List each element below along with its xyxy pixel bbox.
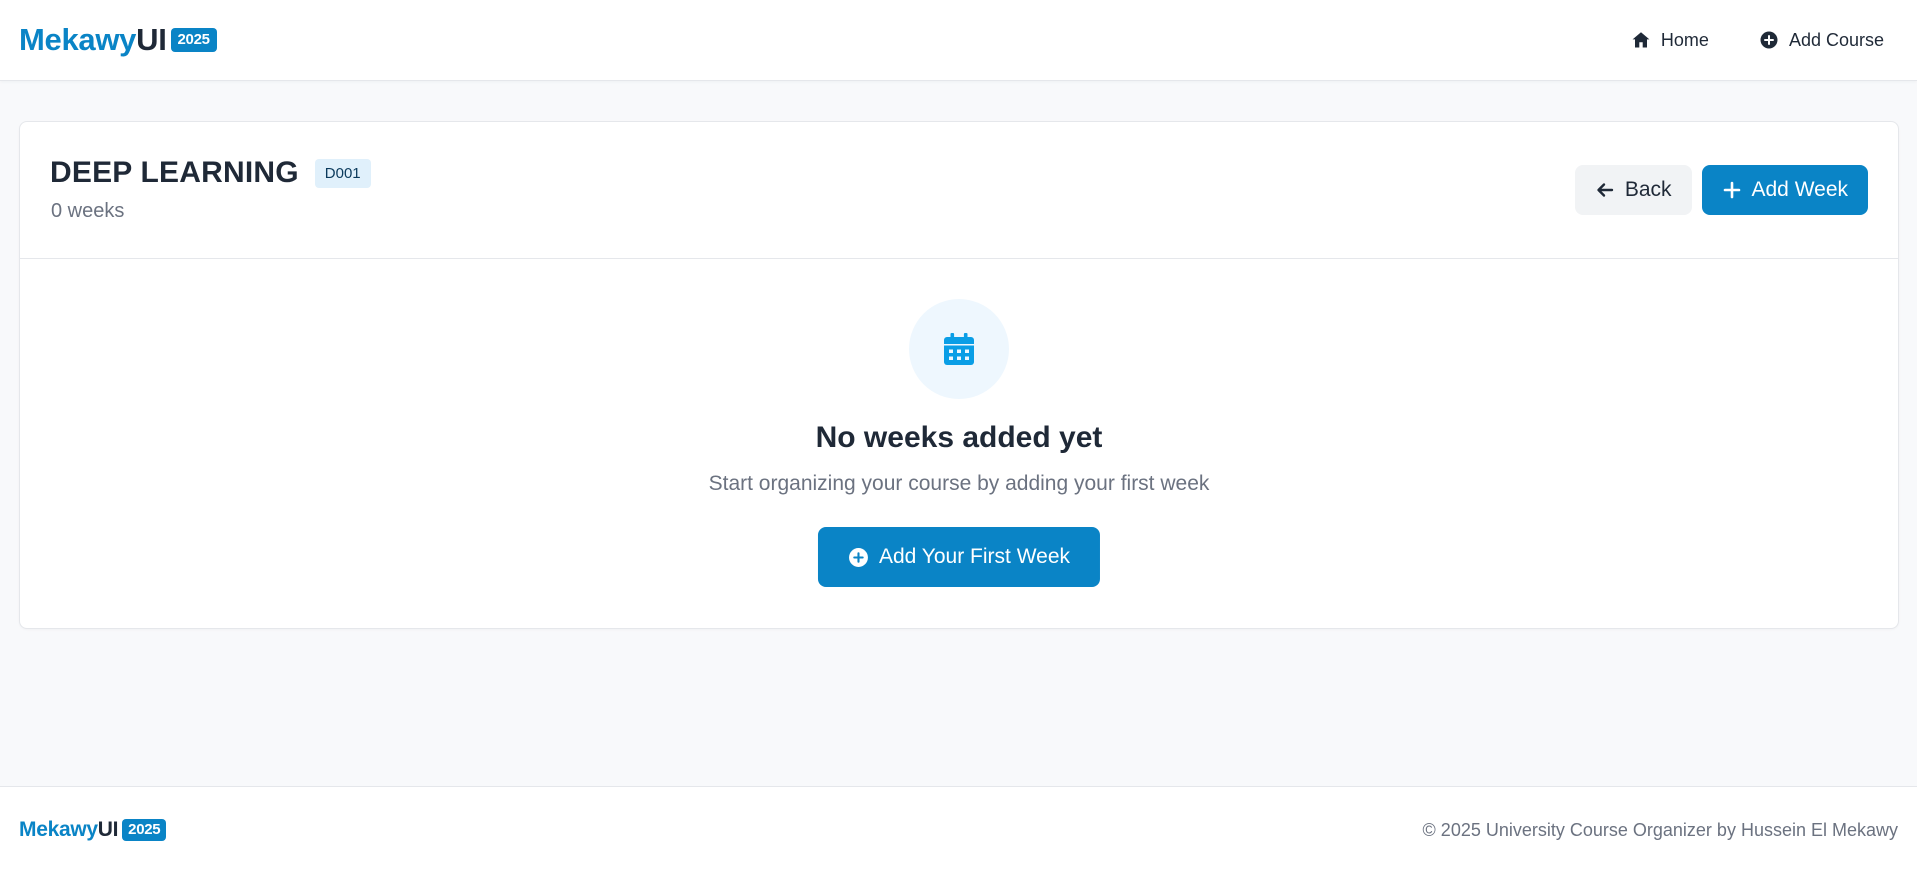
copyright-text: © 2025 University Course Organizer by Hu… [1422,819,1898,840]
home-icon [1632,32,1650,48]
back-button[interactable]: Back [1574,165,1692,215]
page-footer: Mekawy UI 2025 © 2025 University Course … [0,786,1917,873]
course-code-badge: D001 [314,158,371,188]
footer-brand-name-primary: Mekawy [19,818,98,841]
brand-year-badge: 2025 [170,28,217,52]
plus-circle-icon [1760,31,1778,49]
main-nav: Home Add Course [1595,22,1898,59]
brand-name-secondary: UI [136,22,167,57]
nav-add-course-link[interactable]: Add Course [1745,22,1898,59]
course-header: DEEP LEARNING D001 0 weeks Back Add Week [20,122,1898,259]
course-card: DEEP LEARNING D001 0 weeks Back Add Week [19,121,1899,629]
empty-state-icon-circle [909,299,1009,399]
add-week-label: Add Week [1751,178,1849,201]
course-title: DEEP LEARNING [50,156,299,189]
footer-brand-year-badge: 2025 [122,819,167,841]
empty-state-subtitle: Start organizing your course by adding y… [708,472,1210,495]
weeks-count: 0 weeks [51,200,125,222]
add-first-week-button[interactable]: Add Your First Week [817,527,1101,587]
nav-add-course-label: Add Course [1788,29,1884,50]
brand-name-primary: Mekawy [19,22,137,57]
arrow-left-icon [1597,183,1614,197]
back-button-label: Back [1624,178,1672,201]
nav-home-link[interactable]: Home [1617,22,1723,59]
plus-icon [1723,181,1740,199]
add-week-button[interactable]: Add Week [1701,165,1868,215]
calendar-icon [944,333,974,365]
brand-logo[interactable]: Mekawy UI 2025 [19,22,217,58]
course-title-row: DEEP LEARNING D001 [50,156,371,190]
plus-circle-icon [849,547,868,567]
nav-home-label: Home [1660,29,1709,50]
add-first-week-label: Add Your First Week [878,545,1071,568]
empty-state: No weeks added yet Start organizing your… [20,259,1898,629]
empty-state-title: No weeks added yet [815,421,1103,454]
footer-brand-name-secondary: UI [97,818,119,841]
top-navbar: Mekawy UI 2025 Home Add Course [0,0,1917,81]
header-actions: Back Add Week [1574,165,1868,215]
footer-brand-logo[interactable]: Mekawy UI 2025 [19,818,167,842]
